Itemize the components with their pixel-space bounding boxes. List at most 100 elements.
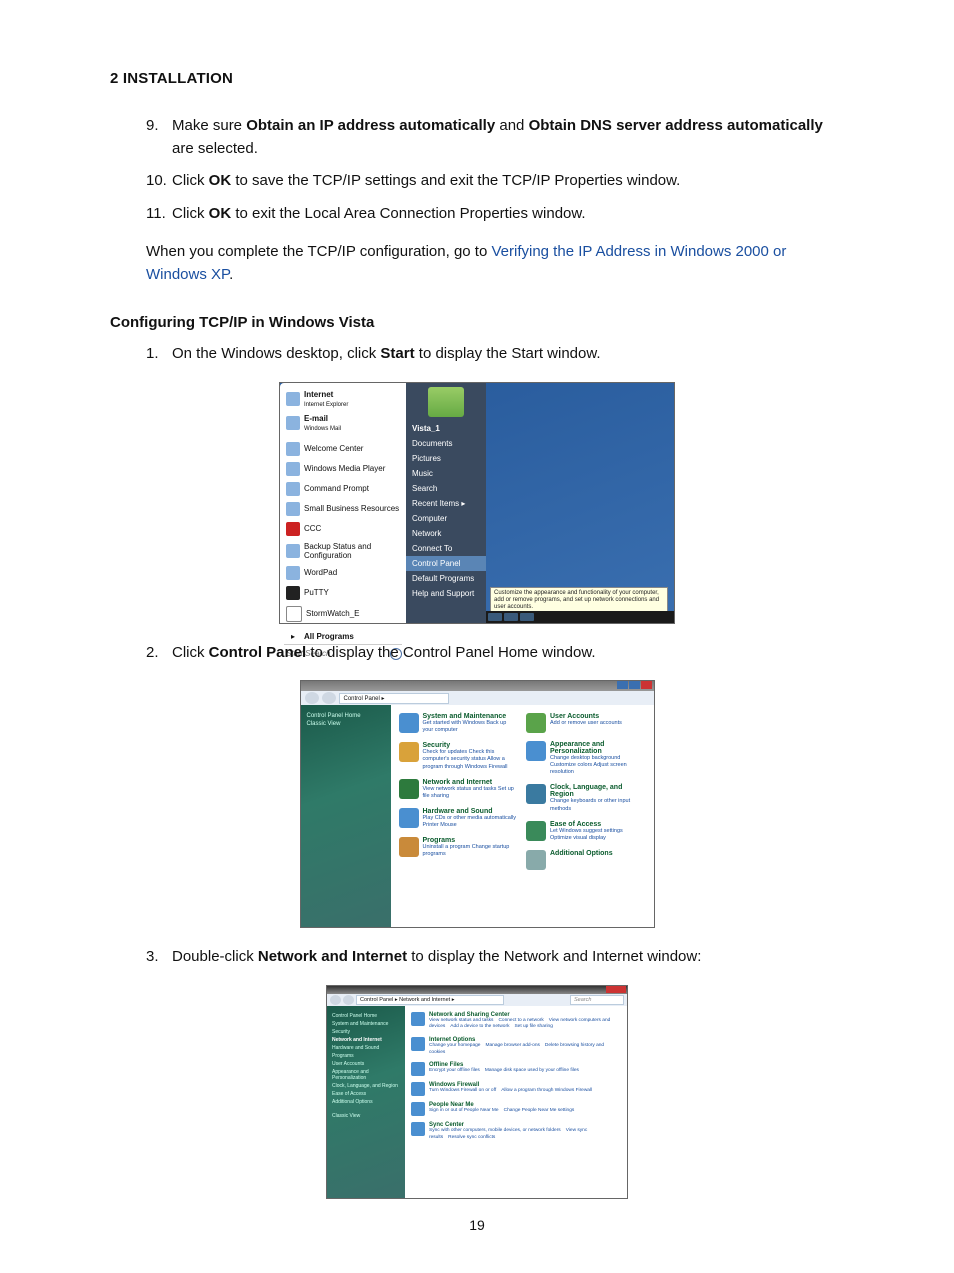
net-cat[interactable]: Windows FirewallTurn Windows Firewall on… xyxy=(411,1082,621,1096)
category-icon xyxy=(411,1102,425,1116)
net-cat[interactable]: Internet OptionsChange your homepageMana… xyxy=(411,1037,621,1056)
completion-paragraph: When you complete the TCP/IP configurati… xyxy=(146,241,844,286)
cp-cat-additional[interactable]: Additional Options xyxy=(526,850,646,870)
sm-item[interactable]: Backup Status and Configuration xyxy=(284,539,402,563)
monitor-icon xyxy=(526,741,546,761)
cp-sidebar: Control Panel Home Classic View xyxy=(301,705,391,927)
globe-icon xyxy=(399,779,419,799)
net-side-link[interactable]: Security xyxy=(332,1029,400,1035)
ie-icon xyxy=(286,392,300,406)
close-button[interactable] xyxy=(641,681,652,689)
sm-r-item[interactable]: Connect To xyxy=(412,541,480,556)
desktop-background: Customize the appearance and functionali… xyxy=(486,383,674,623)
cp-cat-hardware[interactable]: Hardware and SoundPlay CDs or other medi… xyxy=(399,808,519,829)
page-number: 19 xyxy=(110,1217,844,1233)
search-input[interactable]: Search xyxy=(570,995,624,1005)
category-icon xyxy=(411,1122,425,1136)
cp-cat-programs[interactable]: ProgramsUninstall a program Change start… xyxy=(399,837,519,858)
cp-side-link[interactable]: Control Panel Home xyxy=(307,713,385,719)
sm-r-item[interactable]: Help and Support xyxy=(412,586,480,601)
mail-icon xyxy=(286,416,300,430)
sm-r-item[interactable]: Computer xyxy=(412,511,480,526)
net-side-link[interactable]: Additional Options xyxy=(332,1099,400,1105)
sm-r-item[interactable]: Recent Items ▸ xyxy=(412,496,480,511)
net-side-link[interactable]: Ease of Access xyxy=(332,1091,400,1097)
sm-internet[interactable]: InternetInternet Explorer xyxy=(284,387,402,411)
sm-control-panel[interactable]: Control Panel xyxy=(406,556,486,571)
sm-item[interactable]: Windows Media Player xyxy=(284,459,402,479)
breadcrumb[interactable]: Control Panel ▸ xyxy=(339,693,449,704)
step-11: 11. Click OK to exit the Local Area Conn… xyxy=(146,203,844,226)
net-side-link[interactable]: User Accounts xyxy=(332,1061,400,1067)
net-main: Network and Sharing CenterView network s… xyxy=(405,1006,627,1198)
taskbar-button[interactable] xyxy=(504,613,518,621)
sm-item[interactable]: Command Prompt xyxy=(284,479,402,499)
taskbar xyxy=(486,611,674,623)
net-side-link[interactable]: Hardware and Sound xyxy=(332,1045,400,1051)
net-side-link[interactable]: Classic View xyxy=(332,1113,400,1119)
sm-user: Vista_1 xyxy=(412,421,480,436)
sm-item[interactable]: WordPad xyxy=(284,563,402,583)
cp-cat-security[interactable]: SecurityCheck for updates Check this com… xyxy=(399,742,519,770)
start-menu-left-pane: InternetInternet Explorer E-mailWindows … xyxy=(280,383,406,623)
back-button[interactable] xyxy=(305,692,319,704)
nav-bar: Control Panel ▸ xyxy=(301,691,654,705)
maximize-button[interactable] xyxy=(629,681,640,689)
category-icon xyxy=(411,1037,425,1051)
net-side-link[interactable]: System and Maintenance xyxy=(332,1021,400,1027)
net-cat[interactable]: Offline FilesEncrypt your offline filesM… xyxy=(411,1062,621,1076)
cp-cat-appearance[interactable]: Appearance and PersonalizationChange des… xyxy=(526,741,646,776)
sm-r-item[interactable]: Pictures xyxy=(412,451,480,466)
sm-item[interactable]: PuTTY xyxy=(284,583,402,603)
forward-button[interactable] xyxy=(322,692,336,704)
back-button[interactable] xyxy=(330,995,341,1005)
sm-item[interactable]: CCC xyxy=(284,519,402,539)
section-heading: 2 INSTALLATION xyxy=(110,70,844,87)
net-cat[interactable]: People Near MeSign in or out of People N… xyxy=(411,1102,621,1116)
sm-r-item[interactable]: Documents xyxy=(412,436,480,451)
cp-cat-network[interactable]: Network and InternetView network status … xyxy=(399,779,519,800)
forward-button[interactable] xyxy=(343,995,354,1005)
sm-r-item[interactable]: Network xyxy=(412,526,480,541)
app-icon xyxy=(286,482,300,496)
chevron-right-icon: ▸ xyxy=(461,499,465,508)
net-side-link[interactable]: Programs xyxy=(332,1053,400,1059)
net-side-link[interactable]: Appearance and Personalization xyxy=(332,1069,400,1081)
sm-r-item[interactable]: Music xyxy=(412,466,480,481)
category-icon xyxy=(411,1012,425,1026)
steps-list-b: 1. On the Windows desktop, click Start t… xyxy=(146,343,844,366)
net-side-link[interactable]: Control Panel Home xyxy=(332,1013,400,1019)
app-icon xyxy=(286,442,300,456)
app-icon xyxy=(286,606,302,622)
step-10: 10. Click OK to save the TCP/IP settings… xyxy=(146,170,844,193)
net-cat[interactable]: Network and Sharing CenterView network s… xyxy=(411,1012,621,1031)
sm-item[interactable]: Small Business Resources xyxy=(284,499,402,519)
breadcrumb[interactable]: Control Panel ▸ Network and Internet ▸ xyxy=(356,995,504,1005)
cp-cat-system[interactable]: System and MaintenanceGet started with W… xyxy=(399,713,519,734)
app-icon xyxy=(286,462,300,476)
users-icon xyxy=(526,713,546,733)
app-icon xyxy=(286,502,300,516)
cp-cat-ease[interactable]: Ease of AccessLet Windows suggest settin… xyxy=(526,821,646,842)
net-side-link[interactable]: Network and Internet xyxy=(332,1037,400,1043)
sm-item[interactable]: Welcome Center xyxy=(284,439,402,459)
sm-item[interactable]: StormWatch_E xyxy=(284,603,402,625)
start-orb-icon[interactable] xyxy=(488,613,502,621)
taskbar-button[interactable] xyxy=(520,613,534,621)
cp-cat-clock[interactable]: Clock, Language, and RegionChange keyboa… xyxy=(526,784,646,812)
cp-side-link[interactable]: Classic View xyxy=(307,721,385,727)
net-side-link[interactable]: Clock, Language, and Region xyxy=(332,1083,400,1089)
sm-email[interactable]: E-mailWindows Mail xyxy=(284,411,402,435)
sm-r-item[interactable]: Default Programs xyxy=(412,571,480,586)
sm-r-item[interactable]: Search xyxy=(412,481,480,496)
programs-icon xyxy=(399,837,419,857)
cp-cat-users[interactable]: User AccountsAdd or remove user accounts xyxy=(526,713,646,733)
category-icon xyxy=(411,1062,425,1076)
avatar xyxy=(428,387,464,417)
minimize-button[interactable] xyxy=(617,681,628,689)
system-icon xyxy=(399,713,419,733)
close-button[interactable] xyxy=(606,986,626,993)
options-icon xyxy=(526,850,546,870)
category-icon xyxy=(411,1082,425,1096)
net-cat[interactable]: Sync CenterSync with other computers, mo… xyxy=(411,1122,621,1141)
